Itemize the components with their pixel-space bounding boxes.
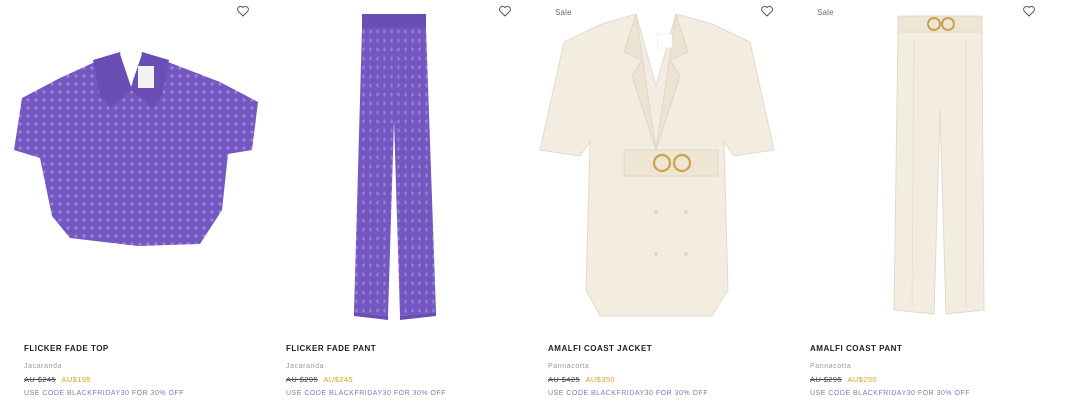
product-image[interactable] [0, 0, 262, 330]
product-card[interactable]: FLICKER FADE TOP Jacaranda AU $245 AU$19… [0, 0, 262, 406]
promo-code-text: USE CODE BLACKFRIDAY30 FOR 30% OFF [24, 390, 185, 397]
heart-outline-icon[interactable] [236, 4, 250, 18]
product-card[interactable]: FLICKER FADE PANT Jacaranda AU $295 AU$2… [262, 0, 524, 406]
sale-price: AU$350 [585, 375, 615, 384]
price-row: AU $295 AU$245 [286, 375, 516, 385]
sale-price: AU$250 [847, 375, 877, 384]
original-price: AU $295 [810, 375, 842, 384]
promo-code-text: USE CODE BLACKFRIDAY30 FOR 30% OFF [548, 390, 709, 397]
product-info: AMALFI COAST JACKET Pannacotta AU $425 A… [548, 344, 778, 398]
original-price: AU $245 [24, 375, 56, 384]
product-card[interactable]: Sale AMALFI COAST JACKET Pannacotta AU $… [524, 0, 786, 406]
sale-price: AU$195 [61, 375, 91, 384]
product-info: AMALFI COAST PANT Pannacotta AU $295 AU$… [810, 344, 1040, 398]
sale-price: AU$245 [323, 375, 353, 384]
original-price: AU $425 [548, 375, 580, 384]
product-name[interactable]: AMALFI COAST JACKET [548, 344, 778, 354]
product-color: Pannacotta [548, 363, 590, 370]
sale-badge: Sale [555, 8, 572, 17]
sale-badge: Sale [817, 8, 834, 17]
promo-code-text: USE CODE BLACKFRIDAY30 FOR 30% OFF [810, 390, 971, 397]
product-name[interactable]: AMALFI COAST PANT [810, 344, 1040, 354]
product-color: Jacaranda [286, 363, 325, 370]
promo-code-text: USE CODE BLACKFRIDAY30 FOR 30% OFF [286, 390, 447, 397]
product-image[interactable] [786, 0, 1048, 330]
heart-outline-icon[interactable] [760, 4, 774, 18]
heart-outline-icon[interactable] [498, 4, 512, 18]
product-name[interactable]: FLICKER FADE TOP [24, 344, 254, 354]
product-color: Pannacotta [810, 363, 852, 370]
heart-outline-icon[interactable] [1022, 4, 1036, 18]
product-info: FLICKER FADE TOP Jacaranda AU $245 AU$19… [24, 344, 254, 398]
price-row: AU $425 AU$350 [548, 375, 778, 385]
price-row: AU $295 AU$250 [810, 375, 1040, 385]
product-color: Jacaranda [24, 363, 63, 370]
product-info: FLICKER FADE PANT Jacaranda AU $295 AU$2… [286, 344, 516, 398]
price-row: AU $245 AU$195 [24, 375, 254, 385]
product-image[interactable] [524, 0, 786, 330]
original-price: AU $295 [286, 375, 318, 384]
product-card[interactable]: Sale AMALFI COAST PANT Pannacotta AU $29… [786, 0, 1048, 406]
product-image[interactable] [262, 0, 524, 330]
product-name[interactable]: FLICKER FADE PANT [286, 344, 516, 354]
